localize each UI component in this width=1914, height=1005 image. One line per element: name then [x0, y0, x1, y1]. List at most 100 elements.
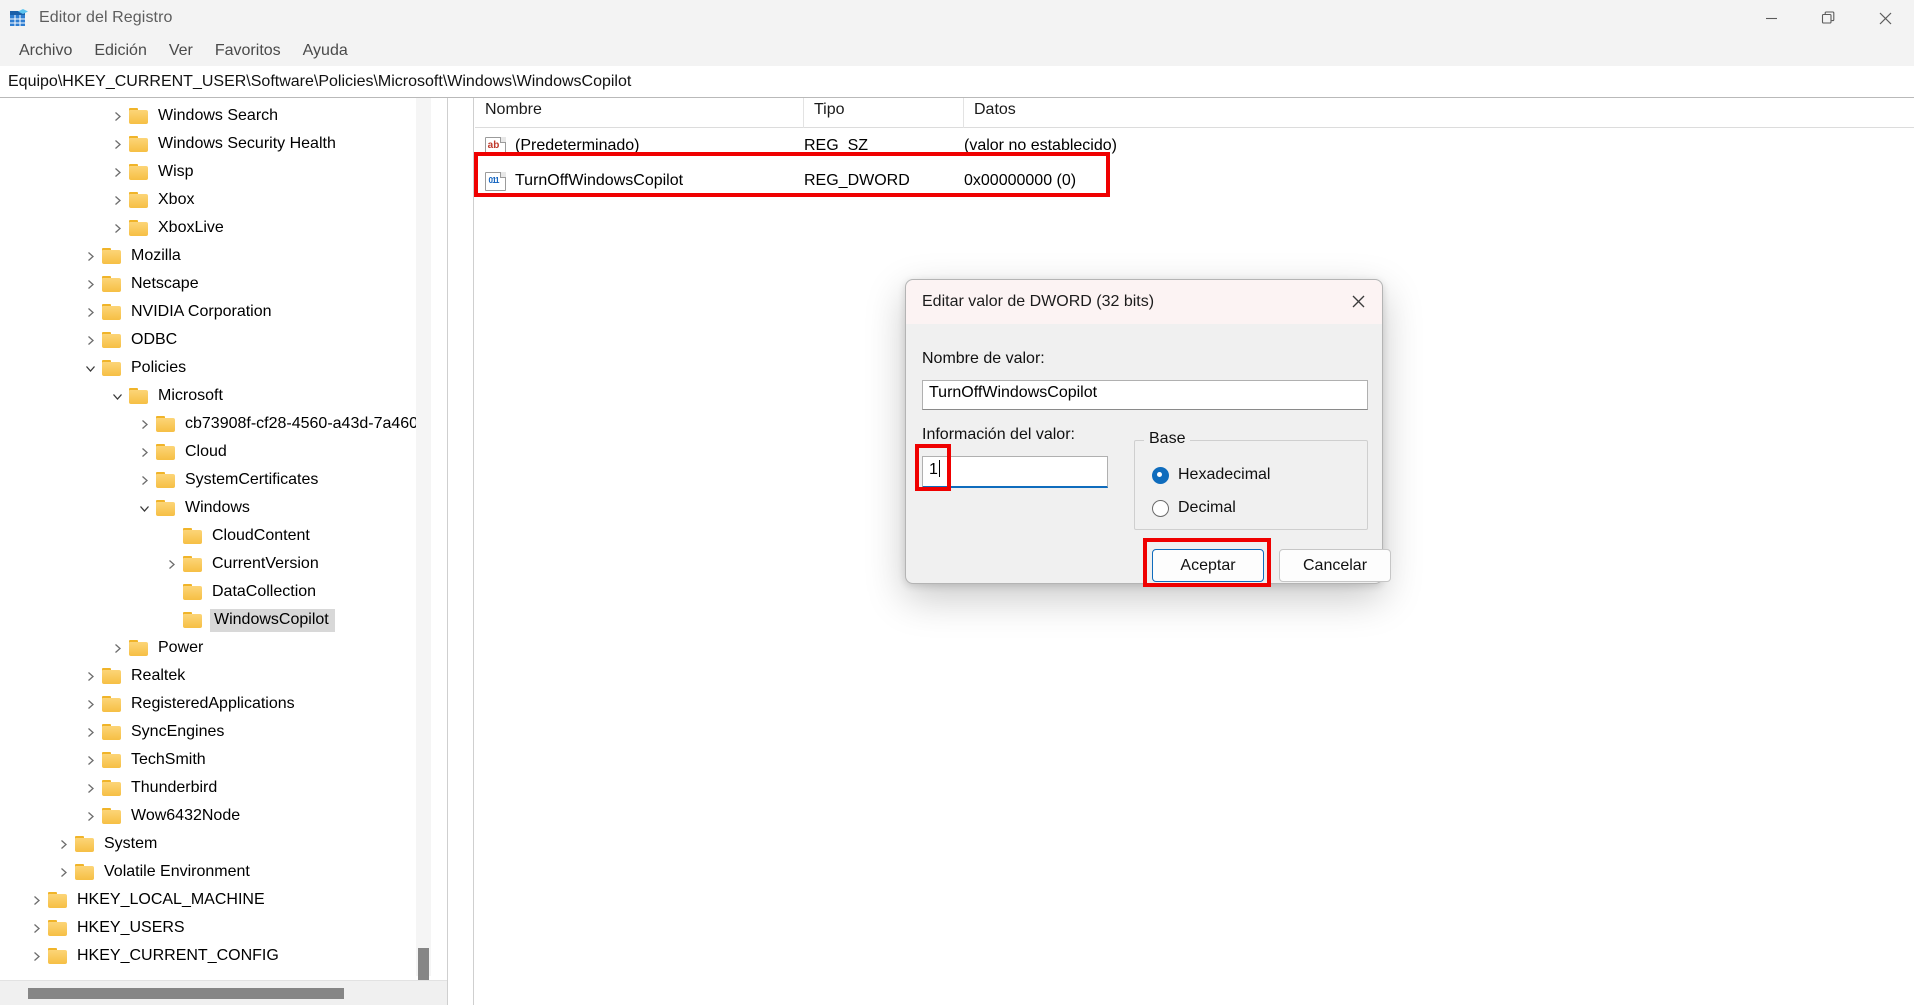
pane-splitter[interactable]: [447, 98, 474, 1005]
tree-item[interactable]: Volatile Environment: [0, 858, 430, 886]
chevron-right-icon[interactable]: [160, 559, 182, 570]
tree-item[interactable]: Windows: [0, 494, 430, 522]
tree-item[interactable]: CurrentVersion: [0, 550, 430, 578]
chevron-right-icon[interactable]: [25, 951, 47, 962]
registry-tree: Windows Search Windows Security Health Wis…: [0, 98, 430, 970]
value-type-cell: REG_SZ: [804, 137, 869, 154]
tree-item[interactable]: HKEY_USERS: [0, 914, 430, 942]
column-header-tipo[interactable]: Tipo: [804, 98, 964, 128]
menu-bar: Archivo Edición Ver Favoritos Ayuda: [0, 36, 1914, 66]
chevron-right-icon[interactable]: [106, 195, 128, 206]
tree-item[interactable]: RegisteredApplications: [0, 690, 430, 718]
tree-item[interactable]: System: [0, 830, 430, 858]
tree-horizontal-scrollbar[interactable]: [0, 980, 447, 1005]
address-bar[interactable]: Equipo\HKEY_CURRENT_USER\Software\Polici…: [0, 66, 1914, 98]
tree-item[interactable]: Windows Search: [0, 102, 430, 130]
column-header-nombre[interactable]: Nombre: [475, 98, 804, 128]
tree-item[interactable]: HKEY_LOCAL_MACHINE: [0, 886, 430, 914]
accept-button[interactable]: Aceptar: [1152, 549, 1264, 582]
tree-item[interactable]: Thunderbird: [0, 774, 430, 802]
tree-item[interactable]: DataCollection: [0, 578, 430, 606]
chevron-right-icon[interactable]: [106, 223, 128, 234]
tree-item[interactable]: HKEY_CURRENT_CONFIG: [0, 942, 430, 970]
chevron-right-icon[interactable]: [106, 643, 128, 654]
tree-item[interactable]: Xbox: [0, 186, 430, 214]
chevron-right-icon[interactable]: [106, 167, 128, 178]
chevron-right-icon[interactable]: [79, 279, 101, 290]
folder-icon: [101, 331, 123, 349]
chevron-right-icon[interactable]: [133, 475, 155, 486]
chevron-right-icon[interactable]: [106, 111, 128, 122]
tree-item-label: Windows: [185, 499, 250, 516]
menu-ver[interactable]: Ver: [158, 39, 204, 63]
tree-item-label: Realtek: [131, 667, 186, 684]
folder-icon: [182, 527, 204, 545]
maximize-restore-button[interactable]: [1800, 0, 1857, 36]
chevron-right-icon[interactable]: [133, 447, 155, 458]
chevron-right-icon[interactable]: [79, 671, 101, 682]
cancel-button[interactable]: Cancelar: [1279, 549, 1391, 582]
menu-edicion[interactable]: Edición: [83, 39, 157, 63]
tree-item[interactable]: CloudContent: [0, 522, 430, 550]
tree-item[interactable]: cb73908f-cf28-4560-a43d-7a460: [0, 410, 430, 438]
menu-ayuda[interactable]: Ayuda: [292, 39, 359, 63]
close-button[interactable]: [1857, 0, 1914, 36]
menu-archivo[interactable]: Archivo: [8, 39, 83, 63]
chevron-right-icon[interactable]: [52, 867, 74, 878]
minimize-button[interactable]: [1743, 0, 1800, 36]
tree-item[interactable]: Netscape: [0, 270, 430, 298]
chevron-down-icon[interactable]: [133, 503, 155, 514]
menu-favoritos[interactable]: Favoritos: [204, 39, 292, 63]
chevron-right-icon[interactable]: [25, 923, 47, 934]
chevron-right-icon[interactable]: [133, 419, 155, 430]
table-row[interactable]: 011 TurnOffWindowsCopilot REG_DWORD 0x00000…: [475, 164, 1914, 198]
tree-item[interactable]: ODBC: [0, 326, 430, 354]
dialog-close-button[interactable]: [1338, 284, 1378, 318]
chevron-down-icon[interactable]: [79, 363, 101, 374]
base-group-label: Base: [1144, 430, 1191, 448]
tree-item[interactable]: Realtek: [0, 662, 430, 690]
tree-item[interactable]: TechSmith: [0, 746, 430, 774]
chevron-right-icon[interactable]: [52, 839, 74, 850]
value-name-label: Nombre de valor:: [922, 350, 1045, 367]
folder-icon: [101, 303, 123, 321]
tree-item[interactable]: Power: [0, 634, 430, 662]
chevron-right-icon[interactable]: [106, 139, 128, 150]
radio-hexadecimal[interactable]: Hexadecimal: [1152, 466, 1270, 484]
chevron-right-icon[interactable]: [79, 335, 101, 346]
chevron-down-icon[interactable]: [106, 391, 128, 402]
chevron-right-icon[interactable]: [79, 727, 101, 738]
tree-item[interactable]: Wow6432Node: [0, 802, 430, 830]
chevron-right-icon[interactable]: [79, 783, 101, 794]
tree-item[interactable]: SystemCertificates: [0, 466, 430, 494]
value-name-input[interactable]: TurnOffWindowsCopilot: [922, 380, 1368, 410]
tree-item[interactable]: WindowsCopilot: [0, 606, 430, 634]
value-name-text: TurnOffWindowsCopilot: [515, 172, 684, 189]
chevron-right-icon[interactable]: [79, 251, 101, 262]
chevron-right-icon[interactable]: [79, 307, 101, 318]
tree-vertical-scrollbar[interactable]: [416, 98, 431, 1005]
tree-item[interactable]: Cloud: [0, 438, 430, 466]
chevron-right-icon[interactable]: [79, 811, 101, 822]
radio-decimal[interactable]: Decimal: [1152, 499, 1236, 517]
tree-item-label: CloudContent: [212, 527, 310, 544]
chevron-right-icon[interactable]: [79, 699, 101, 710]
column-header-datos[interactable]: Datos: [964, 98, 1364, 128]
tree-item[interactable]: Microsoft: [0, 382, 430, 410]
chevron-right-icon[interactable]: [25, 895, 47, 906]
tree-item[interactable]: NVIDIA Corporation: [0, 298, 430, 326]
tree-item[interactable]: Policies: [0, 354, 430, 382]
chevron-right-icon[interactable]: [79, 755, 101, 766]
table-row[interactable]: ab (Predeterminado) REG_SZ (valor no establ…: [475, 129, 1914, 163]
tree-horizontal-scroll-thumb[interactable]: [28, 988, 344, 999]
radio-decimal-indicator: [1152, 499, 1169, 517]
tree-item[interactable]: XboxLive: [0, 214, 430, 242]
tree-item[interactable]: Mozilla: [0, 242, 430, 270]
radio-decimal-label: Decimal: [1178, 499, 1236, 516]
tree-item-label: HKEY_LOCAL_MACHINE: [77, 891, 265, 908]
tree-item[interactable]: SyncEngines: [0, 718, 430, 746]
value-data-input[interactable]: 1: [922, 456, 1108, 488]
value-data-label: Información del valor:: [922, 426, 1075, 443]
tree-item[interactable]: Wisp: [0, 158, 430, 186]
tree-item[interactable]: Windows Security Health: [0, 130, 430, 158]
